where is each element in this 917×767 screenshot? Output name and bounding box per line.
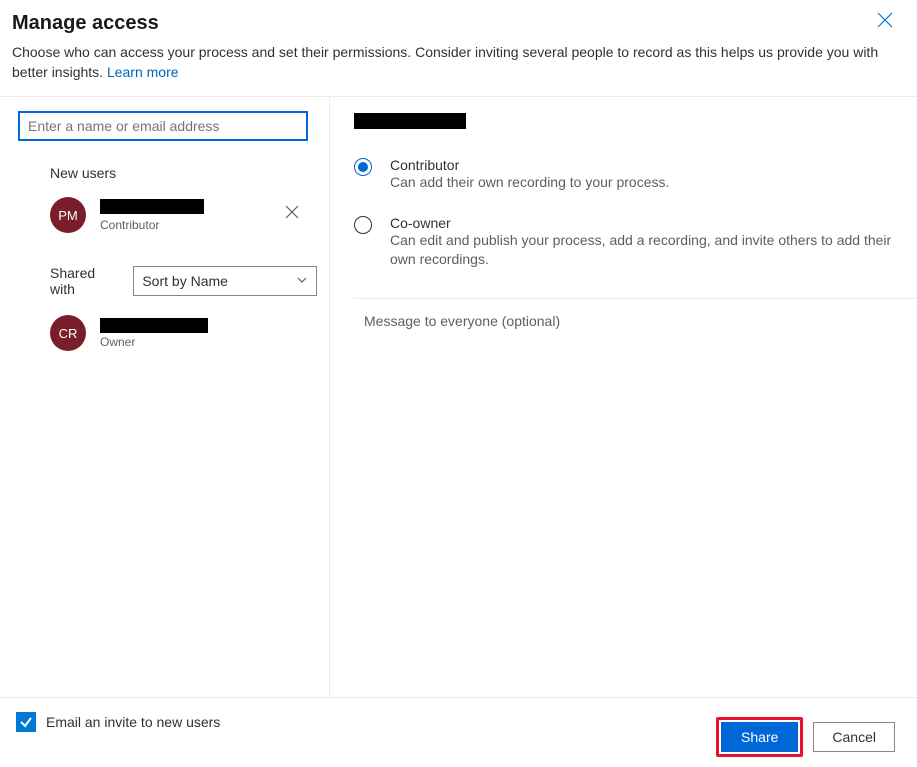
role-text: Contributor Can add their own recording …	[390, 157, 669, 193]
redacted-user-name	[354, 113, 466, 129]
message-input[interactable]: Message to everyone (optional)	[354, 298, 917, 329]
user-info: Owner	[100, 318, 208, 349]
radio-unselected-icon[interactable]	[354, 216, 372, 234]
learn-more-link[interactable]: Learn more	[107, 64, 179, 80]
user-role: Owner	[100, 335, 208, 349]
role-title: Contributor	[390, 157, 669, 173]
role-desc: Can edit and publish your process, add a…	[390, 231, 910, 270]
role-option-contributor[interactable]: Contributor Can add their own recording …	[354, 157, 917, 193]
avatar: PM	[50, 197, 86, 233]
remove-user-icon[interactable]	[285, 205, 299, 222]
role-title: Co-owner	[390, 215, 910, 231]
sort-row: Shared with Sort by Name	[50, 265, 317, 297]
email-invite-label: Email an invite to new users	[46, 714, 220, 730]
highlight-annotation: Share	[716, 717, 803, 757]
role-text: Co-owner Can edit and publish your proce…	[390, 215, 910, 270]
cancel-button[interactable]: Cancel	[813, 722, 895, 752]
new-user-row: PM Contributor	[18, 193, 317, 237]
role-desc: Can add their own recording to your proc…	[390, 173, 669, 193]
sort-select[interactable]: Sort by Name	[133, 266, 317, 296]
dialog-subtitle: Choose who can access your process and s…	[0, 35, 917, 96]
user-info: Contributor	[100, 199, 204, 232]
dialog-footer: Share Cancel	[716, 717, 895, 757]
redacted-name	[100, 318, 208, 333]
dialog-header: Manage access	[0, 0, 917, 35]
user-role: Contributor	[100, 218, 204, 232]
role-option-coowner[interactable]: Co-owner Can edit and publish your proce…	[354, 215, 917, 270]
shared-with-label: Shared with	[50, 265, 123, 297]
share-button[interactable]: Share	[721, 722, 798, 752]
close-icon[interactable]	[877, 12, 893, 28]
shared-user-row: CR Owner	[18, 311, 317, 355]
dialog-title: Manage access	[12, 12, 901, 35]
right-pane: Contributor Can add their own recording …	[330, 97, 917, 697]
radio-selected-icon[interactable]	[354, 158, 372, 176]
new-users-label: New users	[50, 165, 317, 181]
dialog-body: New users PM Contributor Shared with Sor…	[0, 97, 917, 697]
left-pane: New users PM Contributor Shared with Sor…	[0, 97, 330, 697]
sort-value: Sort by Name	[142, 273, 228, 289]
redacted-name	[100, 199, 204, 214]
user-search-input[interactable]	[18, 111, 308, 141]
avatar: CR	[50, 315, 86, 351]
email-invite-checkbox[interactable]	[16, 712, 36, 732]
chevron-down-icon	[296, 273, 308, 289]
